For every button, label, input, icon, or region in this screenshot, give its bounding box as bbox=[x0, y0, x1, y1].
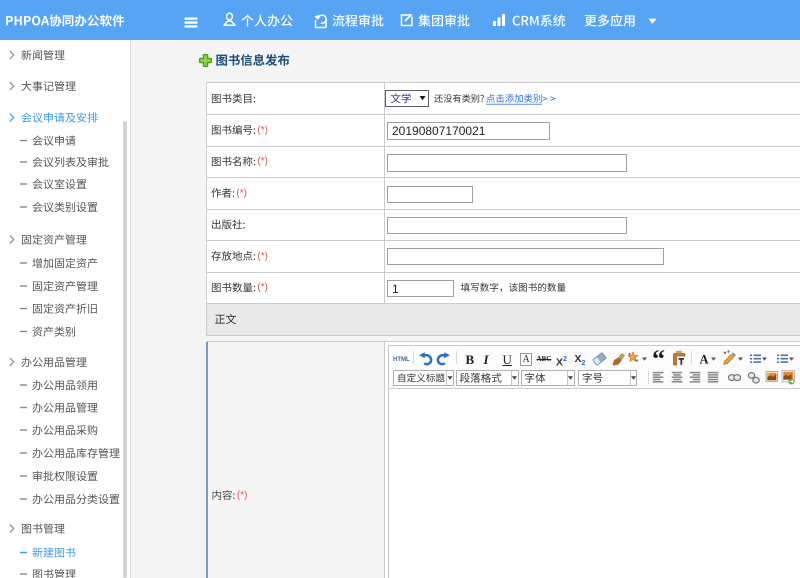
svg-text:“: “ bbox=[652, 345, 665, 374]
svg-text:A: A bbox=[700, 353, 709, 367]
